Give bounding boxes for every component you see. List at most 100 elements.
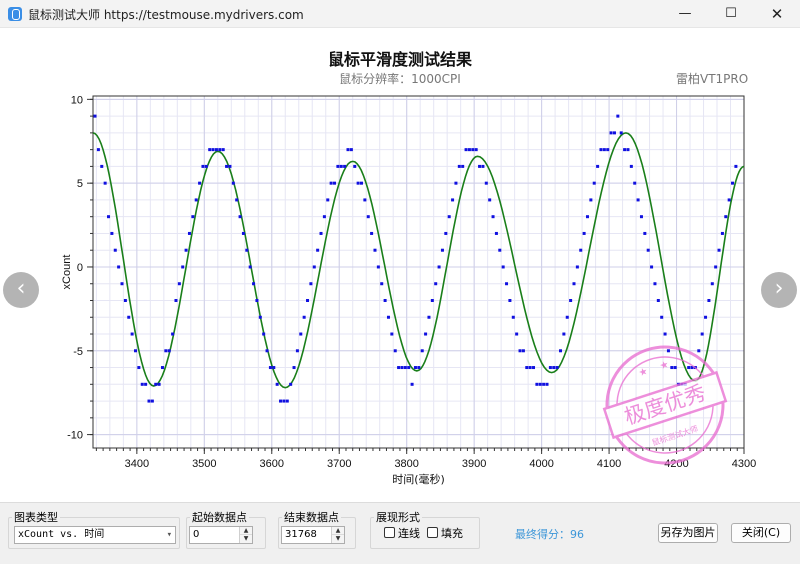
data-point [538, 382, 542, 386]
data-point [177, 282, 181, 286]
data-point [505, 282, 509, 286]
spin-down-icon[interactable]: ▼ [332, 535, 344, 543]
data-point [140, 382, 144, 386]
data-point [306, 298, 310, 302]
data-point [707, 298, 711, 302]
chart-type-select[interactable]: xCount vs. 时间 ▾ [14, 526, 176, 544]
data-point [478, 164, 482, 168]
start-point-legend: 起始数据点 [192, 511, 247, 524]
data-point [585, 215, 589, 219]
data-point [508, 298, 512, 302]
spin-up-icon[interactable]: ▲ [240, 527, 252, 535]
data-point [710, 282, 714, 286]
data-point [525, 366, 529, 370]
data-point [370, 231, 374, 235]
data-point [650, 265, 654, 269]
x-tick-label: 3700 [327, 458, 351, 470]
data-point [491, 215, 495, 219]
data-point [565, 315, 569, 319]
data-point [134, 349, 138, 353]
data-point [562, 332, 566, 336]
data-point [575, 265, 579, 269]
data-point [285, 399, 289, 403]
data-point [481, 164, 485, 168]
previous-result-button[interactable]: ‹ [3, 272, 39, 308]
data-point [299, 332, 303, 336]
data-point [218, 148, 222, 152]
data-point [390, 332, 394, 336]
chevron-down-icon: ▾ [166, 530, 172, 540]
data-point [440, 248, 444, 252]
data-point [238, 215, 242, 219]
start-point-input[interactable]: 0 ▲ ▼ [189, 526, 253, 544]
data-point [275, 382, 279, 386]
display-mode-legend: 展现形式 [376, 511, 420, 524]
data-point [187, 231, 191, 235]
data-point [100, 164, 104, 168]
data-point [559, 349, 563, 353]
save-as-image-button[interactable]: 另存为图片 [658, 523, 718, 543]
data-point [592, 181, 596, 185]
fill-label: 填充 [441, 527, 463, 540]
data-point [424, 332, 428, 336]
data-point [343, 164, 347, 168]
data-point [103, 181, 107, 185]
svg-text:★: ★ [637, 366, 649, 379]
data-point [636, 198, 640, 202]
data-point [488, 198, 492, 202]
next-result-button[interactable]: › [761, 272, 797, 308]
y-tick-label: 5 [77, 178, 83, 190]
data-point [609, 131, 613, 135]
data-point [258, 315, 262, 319]
data-point [386, 315, 390, 319]
data-point [113, 248, 117, 252]
fill-checkbox[interactable] [427, 527, 438, 538]
connect-line-label: 连线 [398, 527, 420, 540]
data-point [403, 366, 407, 370]
data-point [383, 298, 387, 302]
data-point [292, 366, 296, 370]
data-point [228, 164, 232, 168]
end-point-stepper: ▲ ▼ [331, 527, 344, 543]
data-point [660, 315, 664, 319]
data-point [319, 231, 323, 235]
spin-up-icon[interactable]: ▲ [332, 527, 344, 535]
data-point [221, 148, 225, 152]
data-point [265, 349, 269, 353]
data-point [437, 265, 441, 269]
close-button[interactable]: 关闭(C) [731, 523, 791, 543]
data-point [653, 282, 657, 286]
data-point [720, 231, 724, 235]
app-window: 鼠标测试大师 https://testmouse.mydrivers.com —… [0, 0, 800, 564]
data-point [93, 114, 97, 118]
data-point [160, 366, 164, 370]
data-point [515, 332, 519, 336]
data-point [612, 131, 616, 135]
end-point-input[interactable]: 31768 ▲ ▼ [281, 526, 345, 544]
data-point [262, 332, 266, 336]
data-point [410, 382, 414, 386]
data-point [704, 315, 708, 319]
data-point [289, 382, 293, 386]
data-point [336, 164, 340, 168]
excellent-stamp-seal: 极度优秀 鼠标测试大师 ★ ★ [602, 345, 728, 465]
data-point [447, 215, 451, 219]
data-point [322, 215, 326, 219]
data-point [633, 181, 637, 185]
y-tick-label: 10 [71, 94, 83, 106]
data-point [184, 248, 188, 252]
data-point [552, 366, 556, 370]
data-point [572, 282, 576, 286]
end-point-value: 31768 [285, 529, 317, 540]
data-point [272, 366, 276, 370]
connect-line-checkbox[interactable] [384, 527, 395, 538]
data-point [295, 349, 299, 353]
data-point [626, 148, 630, 152]
data-point [333, 181, 337, 185]
data-point [393, 349, 397, 353]
final-score: 最终得分：96 [515, 528, 584, 541]
data-point [150, 399, 154, 403]
spin-down-icon[interactable]: ▼ [240, 535, 252, 543]
data-point [417, 366, 421, 370]
data-point [123, 298, 127, 302]
